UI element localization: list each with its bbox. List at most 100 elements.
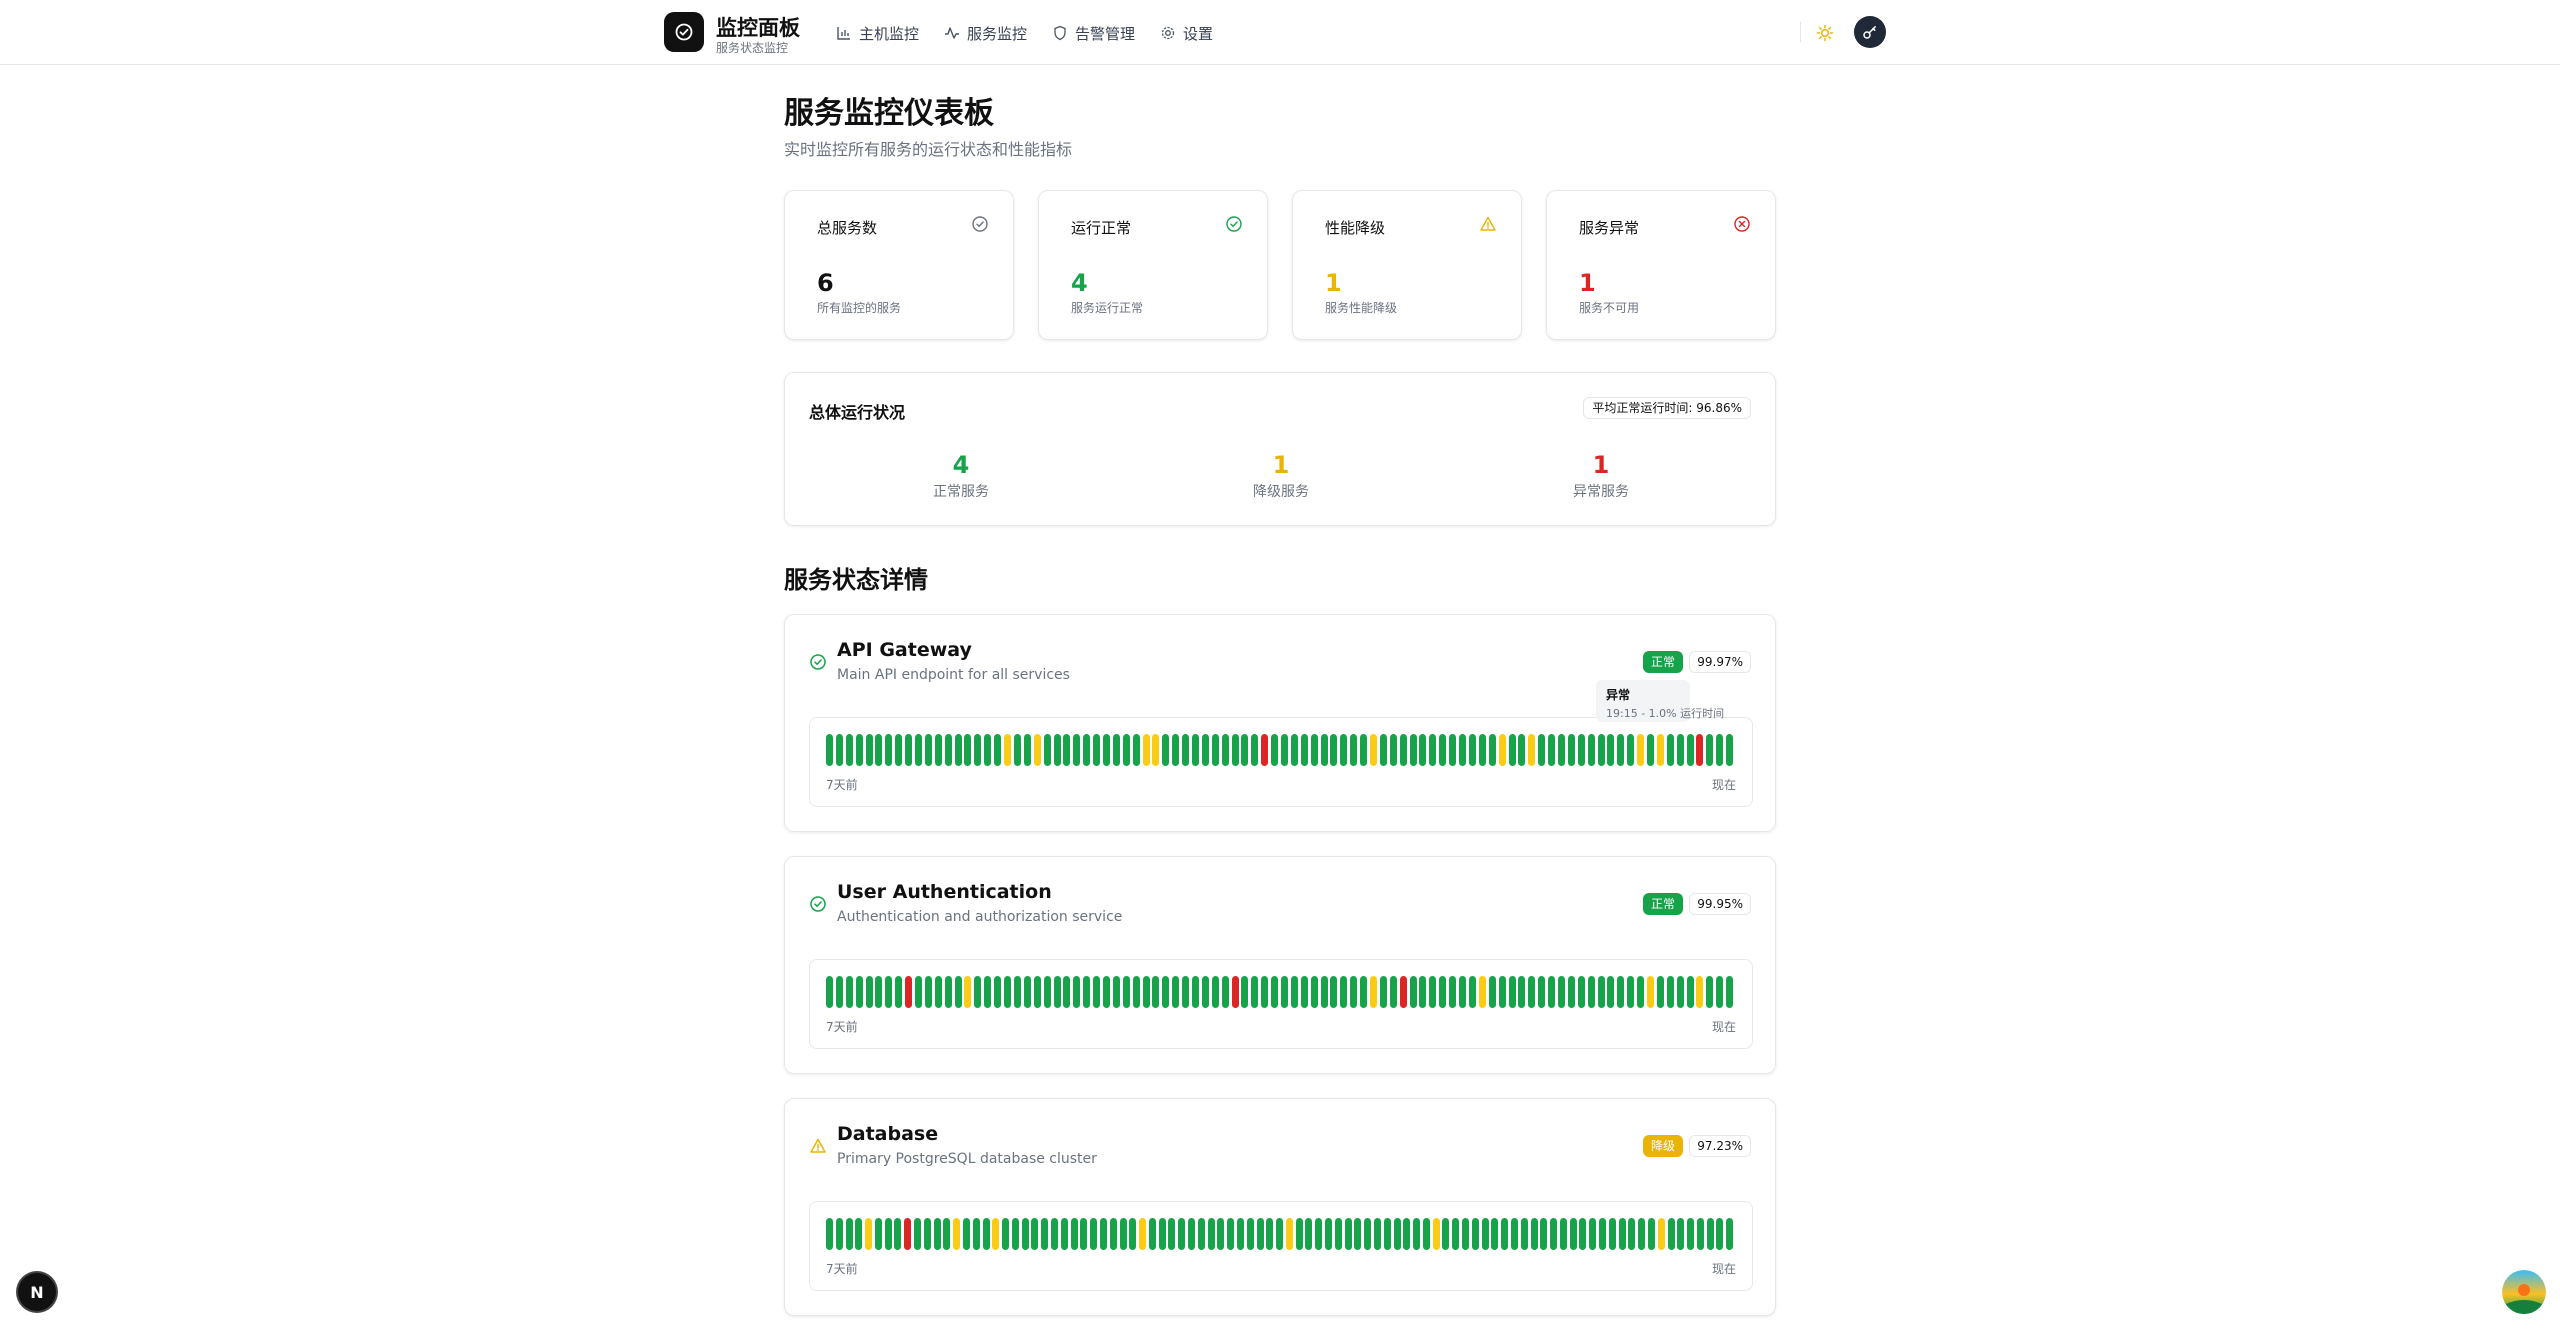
uptime-bar-up[interactable] [1488, 976, 1496, 1008]
uptime-bar-up[interactable] [1344, 1218, 1352, 1250]
uptime-bar-up[interactable] [1364, 1218, 1372, 1250]
uptime-bar-up[interactable] [1439, 734, 1447, 766]
uptime-bar-degraded[interactable] [1370, 734, 1378, 766]
uptime-bar-down[interactable] [904, 1218, 912, 1250]
uptime-bar-up[interactable] [1122, 976, 1130, 1008]
uptime-bar-degraded[interactable] [1498, 734, 1506, 766]
uptime-bar-up[interactable] [1548, 734, 1556, 766]
uptime-bar-up[interactable] [994, 734, 1002, 766]
uptime-bar-up[interactable] [826, 1218, 833, 1250]
uptime-bar-up[interactable] [1716, 734, 1724, 766]
service-card-database[interactable]: Database Primary PostgreSQL database clu… [784, 1098, 1776, 1316]
uptime-bar-up[interactable] [1191, 734, 1199, 766]
service-card-user-authentication[interactable]: User Authentication Authentication and a… [784, 856, 1776, 1074]
uptime-bar-up[interactable] [1119, 1218, 1127, 1250]
uptime-bar-up[interactable] [1073, 734, 1081, 766]
uptime-bar-up[interactable] [826, 976, 833, 1008]
uptime-bar-up[interactable] [1129, 1218, 1137, 1250]
uptime-bar-up[interactable] [1201, 734, 1209, 766]
uptime-bar-degraded[interactable] [1478, 976, 1486, 1008]
uptime-bar-up[interactable] [1182, 976, 1190, 1008]
uptime-bar-degraded[interactable] [1142, 734, 1150, 766]
uptime-bar-up[interactable] [1383, 1218, 1391, 1250]
uptime-bar-up[interactable] [1148, 1218, 1156, 1250]
uptime-bar-up[interactable] [1315, 1218, 1323, 1250]
uptime-bar-up[interactable] [1389, 976, 1397, 1008]
uptime-bar-up[interactable] [1290, 734, 1298, 766]
uptime-bar-up[interactable] [1172, 734, 1180, 766]
uptime-bar-up[interactable] [1373, 1218, 1381, 1250]
uptime-bar-up[interactable] [1488, 734, 1496, 766]
uptime-bar-degraded[interactable] [1370, 976, 1378, 1008]
uptime-bar-up[interactable] [1083, 734, 1091, 766]
uptime-bar-up[interactable] [1459, 734, 1467, 766]
uptime-bar-up[interactable] [1389, 734, 1397, 766]
uptime-bar-up[interactable] [1112, 734, 1120, 766]
uptime-bar-degraded[interactable] [1696, 976, 1704, 1008]
uptime-bar-up[interactable] [1459, 976, 1467, 1008]
uptime-bar-up[interactable] [1617, 976, 1625, 1008]
uptime-bar-up[interactable] [885, 976, 893, 1008]
uptime-bar-up[interactable] [835, 734, 843, 766]
uptime-bar-up[interactable] [1360, 734, 1368, 766]
uptime-bar-up[interactable] [954, 976, 962, 1008]
uptime-bar-up[interactable] [1567, 976, 1575, 1008]
uptime-bar-up[interactable] [895, 976, 903, 1008]
uptime-bar-up[interactable] [1060, 1218, 1068, 1250]
uptime-bar-up[interactable] [1221, 976, 1229, 1008]
uptime-bar-degraded[interactable] [1646, 976, 1654, 1008]
uptime-bar-up[interactable] [982, 1218, 990, 1250]
uptime-bar-up[interactable] [1393, 1218, 1401, 1250]
uptime-bar-up[interactable] [1726, 734, 1734, 766]
uptime-bar-up[interactable] [1102, 734, 1110, 766]
uptime-bar-up[interactable] [1379, 976, 1387, 1008]
uptime-bar-up[interactable] [1053, 734, 1061, 766]
uptime-bar-up[interactable] [1041, 1218, 1049, 1250]
uptime-bar-up[interactable] [1281, 976, 1288, 1008]
uptime-bar-up[interactable] [1256, 1218, 1264, 1250]
uptime-bar-up[interactable] [1510, 1218, 1518, 1250]
nav-item-service-monitor[interactable]: 服务监控 [944, 22, 1027, 44]
uptime-bar-up[interactable] [1656, 976, 1664, 1008]
uptime-bar-up[interactable] [1340, 734, 1348, 766]
uptime-bar-up[interactable] [1429, 734, 1437, 766]
uptime-bar-up[interactable] [1618, 1218, 1626, 1250]
uptime-bar-up[interactable] [1172, 976, 1180, 1008]
uptime-bar-up[interactable] [1211, 734, 1219, 766]
uptime-bar-up[interactable] [1419, 976, 1427, 1008]
uptime-bar-up[interactable] [1109, 1218, 1117, 1250]
uptime-bar-up[interactable] [974, 976, 982, 1008]
uptime-bar-up[interactable] [1706, 976, 1714, 1008]
uptime-bar-up[interactable] [944, 734, 952, 766]
uptime-bar-up[interactable] [1557, 976, 1565, 1008]
uptime-bar-up[interactable] [1290, 976, 1298, 1008]
uptime-bar-up[interactable] [1627, 976, 1635, 1008]
uptime-bar-up[interactable] [1004, 976, 1012, 1008]
uptime-bar-up[interactable] [875, 976, 883, 1008]
uptime-bar-up[interactable] [964, 734, 972, 766]
uptime-bar-up[interactable] [934, 976, 942, 1008]
uptime-bar-up[interactable] [1607, 734, 1615, 766]
uptime-bar-up[interactable] [972, 1218, 980, 1250]
uptime-bar-degraded[interactable] [1528, 734, 1536, 766]
uptime-bar-up[interactable] [1013, 734, 1021, 766]
uptime-bar-up[interactable] [1599, 1218, 1606, 1250]
brand-title[interactable]: 监控面板 [716, 12, 800, 42]
uptime-bar-up[interactable] [1122, 734, 1130, 766]
uptime-bar-up[interactable] [1246, 1218, 1254, 1250]
uptime-bar-up[interactable] [1023, 976, 1031, 1008]
uptime-bar-up[interactable] [1207, 1218, 1215, 1250]
uptime-bar-up[interactable] [845, 976, 853, 1008]
uptime-bar-up[interactable] [1637, 976, 1645, 1008]
uptime-bar-up[interactable] [1276, 1218, 1284, 1250]
uptime-bar-up[interactable] [1567, 734, 1575, 766]
uptime-bar-up[interactable] [1557, 734, 1565, 766]
uptime-bar-up[interactable] [1608, 1218, 1616, 1250]
uptime-bar-up[interactable] [1132, 976, 1140, 1008]
uptime-bar-up[interactable] [1334, 1218, 1342, 1250]
uptime-bar-up[interactable] [1281, 734, 1288, 766]
uptime-bar-up[interactable] [1300, 734, 1308, 766]
uptime-bar-up[interactable] [1002, 1218, 1010, 1250]
uptime-bar-up[interactable] [1340, 976, 1348, 1008]
uptime-bar-up[interactable] [1090, 1218, 1098, 1250]
